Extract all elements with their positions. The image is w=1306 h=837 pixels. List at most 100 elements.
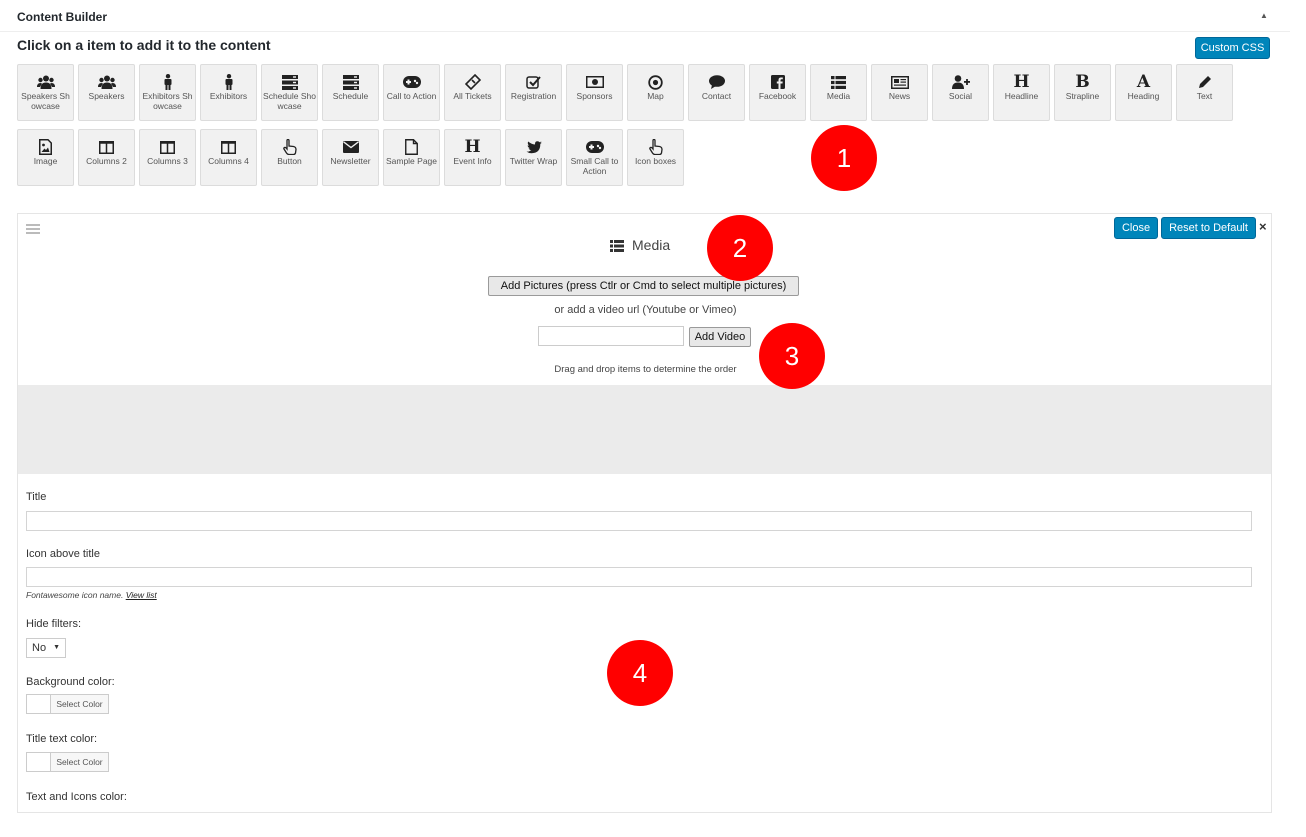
close-button[interactable]: Close [1114, 217, 1158, 239]
facebook-icon [750, 65, 805, 91]
palette-item-headline[interactable]: H Headline [993, 64, 1050, 121]
reset-to-default-button[interactable]: Reset to Default [1161, 217, 1256, 239]
palette-item-label: Speakers [88, 91, 125, 101]
title-label: Title [26, 491, 47, 503]
palette-item-label: Icon boxes [634, 156, 677, 166]
palette-item-label: Twitter Wrap [509, 156, 558, 166]
palette-item-map[interactable]: Map [627, 64, 684, 121]
palette-item-label: Columns 2 [86, 156, 127, 166]
palette-item-strapline[interactable]: B Strapline [1054, 64, 1111, 121]
palette-item-facebook[interactable]: Facebook [749, 64, 806, 121]
hide-filters-select[interactable]: No ▼ [26, 638, 66, 658]
collapse-arrow-icon[interactable]: ▲ [1260, 11, 1268, 20]
palette-item-newsletter[interactable]: Newsletter [322, 129, 379, 186]
male-icon [140, 65, 195, 91]
video-url-input[interactable] [538, 326, 684, 346]
media-drop-zone[interactable] [18, 385, 1271, 474]
palette-item-sample-page[interactable]: Sample Page [383, 129, 440, 186]
palette-item-twitter-wrap[interactable]: Twitter Wrap [505, 129, 562, 186]
server-icon [323, 65, 378, 91]
palette-item-text[interactable]: Text [1176, 64, 1233, 121]
icon-above-title-input[interactable] [26, 567, 1252, 587]
palette-item-contact[interactable]: Contact [688, 64, 745, 121]
palette-item-label: Event Info [453, 156, 492, 166]
palette-item-news[interactable]: News [871, 64, 928, 121]
palette-item-image[interactable]: Image [17, 129, 74, 186]
font-icon: A [1136, 72, 1151, 92]
palette-item-columns-2[interactable]: Columns 2 [78, 129, 135, 186]
users-icon [79, 65, 134, 91]
gamepad-icon [567, 130, 622, 156]
icon-note-text: Fontawesome icon name. [26, 590, 124, 600]
annotation-marker-3: 3 [759, 323, 825, 389]
text-icons-color-label: Text and Icons color: [26, 791, 127, 803]
palette-item-label: Button [277, 156, 302, 166]
palette-item-label: Exhibitors [209, 91, 248, 101]
palette-item-label: Newsletter [330, 156, 371, 166]
palette-item-label: Registration [510, 91, 557, 101]
annotation-marker-4: 4 [607, 640, 673, 706]
comment-icon [689, 65, 744, 91]
palette-item-label: Sample Page [385, 156, 438, 166]
content-builder-header: Content Builder ▲ [0, 0, 1290, 32]
icon-above-title-label: Icon above title [26, 548, 100, 560]
title-input[interactable] [26, 511, 1252, 531]
palette-item-schedule[interactable]: Schedule [322, 64, 379, 121]
header-title: Content Builder [17, 10, 107, 24]
palette-item-exhibitors[interactable]: Exhibitors [200, 64, 257, 121]
palette-item-speakers[interactable]: Speakers [78, 64, 135, 121]
palette-item-heading[interactable]: A Heading [1115, 64, 1172, 121]
annotation-marker-1: 1 [811, 125, 877, 191]
palette-item-button[interactable]: Button [261, 129, 318, 186]
dot-circle-icon [628, 65, 683, 91]
image-file-icon [18, 130, 73, 156]
chevron-down-icon: ▼ [53, 644, 60, 651]
title-text-color-label: Title text color: [26, 733, 98, 745]
annotation-marker-2: 2 [707, 215, 773, 281]
palette-item-label: Map [647, 91, 664, 101]
palette-item-label: Social [948, 91, 973, 101]
palette-item-label: Facebook [758, 91, 797, 101]
hide-filters-value: No [32, 642, 47, 654]
background-color-picker[interactable]: Select Color [26, 694, 109, 714]
twitter-icon [506, 130, 561, 156]
palette-item-columns-3[interactable]: Columns 3 [139, 129, 196, 186]
view-list-link[interactable]: View list [126, 590, 157, 600]
custom-css-button[interactable]: Custom CSS [1195, 37, 1270, 59]
icon-note: Fontawesome icon name. View list [26, 590, 157, 600]
columns-icon [79, 130, 134, 156]
palette-item-media[interactable]: Media [810, 64, 867, 121]
newspaper-icon [872, 65, 927, 91]
male-icon [201, 65, 256, 91]
palette-item-columns-4[interactable]: Columns 4 [200, 129, 257, 186]
money-icon [567, 65, 622, 91]
palette-item-all-tickets[interactable]: All Tickets [444, 64, 501, 121]
select-color-label: Select Color [56, 757, 103, 767]
palette-item-label: Image [33, 156, 58, 166]
palette-item-label: Small Call to Action [570, 156, 619, 176]
palette-item-exhibitors-showcase[interactable]: Exhibitors Showcase [139, 64, 196, 121]
header-icon: H [464, 137, 481, 157]
add-pictures-button[interactable]: Add Pictures (press Ctlr or Cmd to selec… [488, 276, 799, 296]
palette-item-icon-boxes[interactable]: Icon boxes [627, 129, 684, 186]
users-icon [18, 65, 73, 91]
palette-item-small-call-to-action[interactable]: Small Call to Action [566, 129, 623, 186]
user-plus-icon [933, 65, 988, 91]
close-x-icon[interactable]: × [1259, 219, 1267, 234]
palette-item-label: News [888, 91, 911, 101]
title-text-color-picker[interactable]: Select Color [26, 752, 109, 772]
palette-item-sponsors[interactable]: Sponsors [566, 64, 623, 121]
palette-item-label: Headline [1004, 91, 1039, 101]
envelope-icon [323, 130, 378, 156]
add-video-button[interactable]: Add Video [689, 327, 751, 347]
drag-handle-icon[interactable] [26, 224, 40, 236]
hand-pointer-icon [628, 130, 683, 156]
palette-item-registration[interactable]: Registration [505, 64, 562, 121]
palette-item-event-info[interactable]: H Event Info [444, 129, 501, 186]
palette-item-schedule-showcase[interactable]: Schedule Showcase [261, 64, 318, 121]
palette-item-call-to-action[interactable]: Call to Action [383, 64, 440, 121]
palette-item-speakers-showcase[interactable]: Speakers Showcase [17, 64, 74, 121]
palette-item-label: Sponsors [576, 91, 613, 101]
palette-item-social[interactable]: Social [932, 64, 989, 121]
pencil-icon [1177, 65, 1232, 91]
